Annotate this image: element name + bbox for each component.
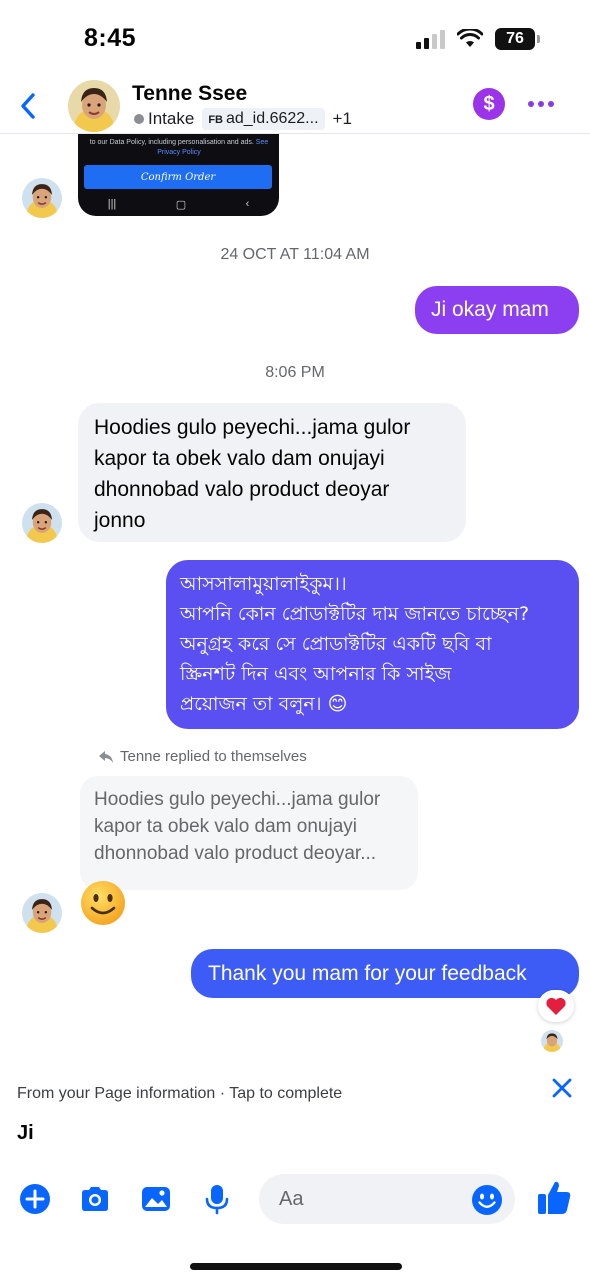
- conversation-header: Tenne Ssee Intake FB ad_id.6622... +1 $: [0, 78, 590, 134]
- message-line: Hoodies gulo peyechi...jama gulor: [94, 416, 411, 439]
- message-line: jonno: [94, 509, 146, 532]
- page-info-prompt[interactable]: From your Page information · Tap to comp…: [17, 1085, 342, 1103]
- photo-icon[interactable]: [139, 1182, 173, 1216]
- home-indicator: [190, 1263, 402, 1270]
- image-attachment[interactable]: to our Data Policy, including personalis…: [78, 134, 279, 216]
- thumbs-up-icon[interactable]: [536, 1178, 572, 1216]
- tag-prefix: FB: [208, 114, 223, 126]
- more-icon[interactable]: [526, 92, 556, 116]
- reply-label-text: Tenne replied to themselves: [120, 748, 307, 765]
- message-line: স্ক্রিনশট দিন এবং আপনার কি সাইজ: [180, 663, 452, 685]
- contact-labels: Intake FB ad_id.6622... +1: [134, 108, 352, 130]
- status-time: 8:45: [84, 24, 137, 52]
- plus-icon[interactable]: [18, 1182, 52, 1216]
- composer-bar: [0, 1170, 590, 1230]
- status-icons: 76: [416, 28, 540, 50]
- message-line: প্রয়োজন তা বলুন। 😊: [180, 693, 348, 715]
- heart-icon: [546, 997, 566, 1015]
- timestamp: 8:06 PM: [265, 364, 325, 381]
- camera-icon[interactable]: [78, 1182, 112, 1216]
- smiley-emoji-message[interactable]: [80, 880, 126, 926]
- message-line: আপনি কোন প্রোডাক্টটির দাম জানতে চাচ্ছেন?: [180, 603, 530, 625]
- contact-avatar-small[interactable]: [22, 178, 62, 218]
- quote-line: dhonnobad valo product deoyar...: [94, 843, 377, 864]
- ad-id-tag[interactable]: FB ad_id.6622...: [202, 108, 325, 130]
- quote-line: Hoodies gulo peyechi...jama gulor: [94, 789, 381, 810]
- battery-indicator: 76: [495, 28, 540, 50]
- message-line: আসসালামুয়ালাইকুম।।: [180, 573, 347, 595]
- status-bar: 8:45 76: [0, 0, 590, 80]
- extra-tags-count[interactable]: +1: [333, 109, 352, 129]
- emoji-icon[interactable]: [471, 1184, 503, 1216]
- quote-line: kapor ta obek valo dam onujayi: [94, 816, 357, 837]
- message-line: dhonnobad valo product deoyar: [94, 478, 390, 501]
- battery-level: 76: [495, 28, 535, 50]
- incoming-message[interactable]: Hoodies gulo peyechi...jama gulor kapor …: [78, 403, 466, 542]
- outgoing-message[interactable]: আসসালামুয়ালাইকুম।। আপনি কোন প্রোডাক্টটি…: [166, 560, 579, 729]
- contact-avatar-small[interactable]: [22, 503, 62, 543]
- attachment-confirm-button: Confirm Order: [84, 165, 272, 189]
- dollar-icon[interactable]: $: [473, 88, 505, 120]
- reply-indicator: Tenne replied to themselves: [98, 748, 307, 765]
- back-chevron-icon[interactable]: [16, 90, 40, 122]
- attachment-policy-text: to our Data Policy, including personalis…: [89, 139, 269, 156]
- seen-receipt-avatar: [541, 1030, 563, 1052]
- outgoing-message[interactable]: Thank you mam for your feedback: [191, 949, 579, 998]
- contact-name[interactable]: Tenne Ssee: [132, 82, 247, 106]
- cellular-signal-icon: [416, 29, 445, 49]
- contact-avatar[interactable]: [68, 80, 120, 132]
- close-icon[interactable]: [550, 1076, 574, 1100]
- microphone-icon[interactable]: [200, 1182, 234, 1216]
- message-line: kapor ta obek valo dam onujayi: [94, 447, 385, 470]
- timestamp: 24 OCT AT 11:04 AM: [220, 246, 370, 263]
- wifi-icon: [457, 29, 483, 47]
- contact-avatar-small[interactable]: [22, 893, 62, 933]
- reply-arrow-icon: [99, 750, 113, 763]
- message-line: অনুগ্রহ করে সে প্রোডাক্টটির একটি ছবি বা: [180, 633, 492, 655]
- quoted-message[interactable]: Hoodies gulo peyechi...jama gulor kapor …: [80, 776, 418, 890]
- status-text: Intake: [148, 109, 195, 128]
- status-label[interactable]: Intake: [134, 109, 194, 129]
- attachment-privacy-link: Privacy Policy: [157, 149, 201, 156]
- outgoing-message[interactable]: Ji okay mam: [415, 286, 579, 334]
- draft-text[interactable]: Ji: [17, 1122, 34, 1145]
- attachment-nav-bar: ||| ▢ ‹: [107, 198, 250, 211]
- heart-reaction[interactable]: [538, 990, 574, 1022]
- status-dot-icon: [134, 114, 144, 124]
- tag-label: ad_id.6622...: [225, 110, 319, 127]
